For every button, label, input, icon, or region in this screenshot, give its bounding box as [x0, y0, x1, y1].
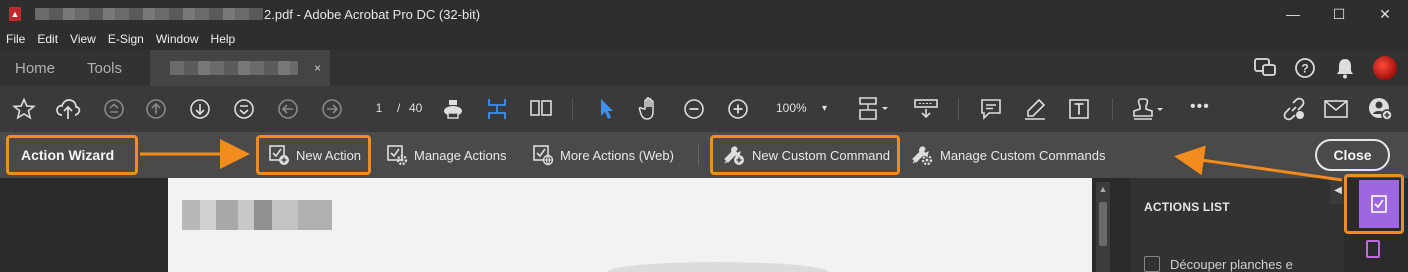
new-action-label: New Action	[296, 147, 362, 163]
page-number-input[interactable]: 1	[370, 101, 388, 115]
stamp-icon[interactable]	[1130, 95, 1170, 123]
manage-actions-icon	[387, 145, 408, 166]
scrollbar-thumb[interactable]	[1099, 202, 1107, 246]
document-page[interactable]	[168, 178, 1092, 272]
highlight-pen-icon[interactable]	[1022, 95, 1048, 123]
user-avatar[interactable]	[1372, 55, 1398, 81]
menu-help[interactable]: Help	[205, 32, 242, 46]
scroll-up-icon[interactable]: ▲	[1096, 182, 1110, 196]
main-toolbar: 1 / 40 100% ▾ •••	[0, 86, 1408, 132]
svg-text:?: ?	[1301, 62, 1308, 76]
tab-document[interactable]: ×	[150, 50, 330, 86]
tab-bar-actions: ?	[1252, 50, 1408, 86]
last-page-icon[interactable]	[232, 95, 256, 123]
more-tools-button[interactable]: •••	[1190, 98, 1210, 116]
close-action-wizard-button[interactable]: Close	[1315, 139, 1390, 171]
upload-cloud-icon[interactable]	[54, 95, 82, 123]
toolbar-separator	[958, 98, 959, 120]
email-icon[interactable]	[1322, 95, 1350, 123]
action-item-label: Découper planches e	[1170, 256, 1293, 272]
scroll-mode-icon[interactable]	[856, 95, 892, 123]
action-wizard-toolbar: Action Wizard New Action Manage Actions …	[0, 132, 1408, 178]
manage-custom-commands-label: Manage Custom Commands	[940, 147, 1106, 163]
forward-icon[interactable]	[320, 95, 344, 123]
avatar	[1373, 56, 1397, 80]
new-custom-command-button[interactable]: New Custom Command	[710, 135, 900, 175]
page-image-fragment	[608, 262, 828, 272]
title-bar: ▲ 2.pdf - Adobe Acrobat Pro DC (32-bit) …	[0, 0, 1408, 28]
add-user-icon[interactable]	[1366, 95, 1394, 123]
previous-page-icon[interactable]	[144, 95, 168, 123]
wrench-gear-icon	[912, 146, 933, 166]
minimize-button[interactable]: —	[1270, 0, 1316, 28]
new-custom-command-label: New Custom Command	[752, 147, 890, 163]
link-icon[interactable]	[1280, 95, 1308, 123]
page-separator: /	[397, 101, 401, 115]
page-layout-icon[interactable]	[528, 95, 554, 123]
redacted-filename	[35, 8, 263, 20]
toolbar-divider	[698, 144, 699, 166]
select-cursor-icon[interactable]	[594, 95, 618, 123]
close-window-button[interactable]: ✕	[1362, 0, 1408, 28]
new-action-icon	[269, 145, 289, 165]
next-page-icon[interactable]	[188, 95, 212, 123]
close-tab-button[interactable]: ×	[314, 61, 321, 75]
fit-page-icon[interactable]	[484, 95, 510, 123]
add-page-rail-icon[interactable]	[1366, 240, 1380, 258]
action-list-item[interactable]: Découper planches e	[1144, 256, 1293, 272]
page-total: 40	[409, 101, 423, 115]
help-icon[interactable]: ?	[1292, 55, 1318, 81]
tab-home[interactable]: Home	[0, 50, 72, 86]
first-page-icon[interactable]	[102, 95, 126, 123]
text-box-icon[interactable]	[1066, 95, 1092, 123]
star-icon[interactable]	[10, 95, 38, 123]
tab-bar: Home Tools × ?	[0, 50, 1408, 86]
manage-actions-label: Manage Actions	[414, 147, 507, 163]
action-wizard-rail-icon	[1359, 180, 1399, 228]
notification-bell-icon[interactable]	[1332, 55, 1358, 81]
menu-view[interactable]: View	[64, 32, 102, 46]
vertical-scrollbar[interactable]: ▲	[1096, 182, 1110, 272]
more-actions-web-button[interactable]: More Actions (Web)	[532, 143, 674, 167]
zoom-level[interactable]: 100%	[776, 101, 807, 115]
tab-tools[interactable]: Tools	[72, 50, 150, 86]
zoom-out-icon[interactable]	[682, 95, 706, 123]
menu-window[interactable]: Window	[150, 32, 205, 46]
menu-esign[interactable]: E-Sign	[102, 32, 150, 46]
window-controls: — ☐ ✕	[1270, 0, 1408, 28]
action-wizard-rail-button[interactable]	[1344, 174, 1404, 234]
maximize-button[interactable]: ☐	[1316, 0, 1362, 28]
manage-custom-commands-button[interactable]: Manage Custom Commands	[910, 143, 1105, 167]
comment-icon[interactable]	[978, 95, 1004, 123]
redacted-doc-name	[170, 61, 298, 75]
hand-icon[interactable]	[636, 95, 664, 123]
actions-list-panel: ACTIONS LIST Découper planches e	[1130, 178, 1344, 272]
back-icon[interactable]	[276, 95, 300, 123]
manage-actions-button[interactable]: Manage Actions	[386, 143, 507, 167]
window-title: 2.pdf - Adobe Acrobat Pro DC (32-bit)	[264, 6, 481, 22]
redacted-page-text	[182, 200, 332, 230]
menu-file[interactable]: File	[0, 32, 31, 46]
new-action-button[interactable]: New Action	[256, 135, 372, 175]
menu-bar: File Edit View E-Sign Window Help	[0, 28, 1408, 50]
menu-edit[interactable]: Edit	[31, 32, 64, 46]
action-wizard-title: Action Wizard	[6, 135, 138, 175]
toolbar-separator	[572, 98, 573, 120]
print-icon[interactable]	[440, 95, 466, 123]
zoom-dropdown-caret[interactable]: ▾	[822, 103, 827, 114]
toolbar-separator	[1112, 98, 1113, 120]
zoom-in-icon[interactable]	[726, 95, 750, 123]
actions-list-heading: ACTIONS LIST	[1144, 200, 1230, 214]
right-tool-rail	[1344, 174, 1408, 272]
document-gutter-left	[0, 178, 168, 272]
action-checkbox-icon	[1144, 256, 1160, 272]
more-actions-label: More Actions (Web)	[560, 147, 674, 163]
share-screen-icon[interactable]	[1252, 55, 1278, 81]
read-mode-icon[interactable]	[912, 95, 940, 123]
wrench-plus-icon	[724, 146, 744, 165]
more-actions-globe-icon	[533, 145, 554, 166]
acrobat-app-icon: ▲	[9, 7, 21, 21]
document-area: ▲ ACTIONS LIST Découper planches e ◀	[0, 174, 1408, 272]
